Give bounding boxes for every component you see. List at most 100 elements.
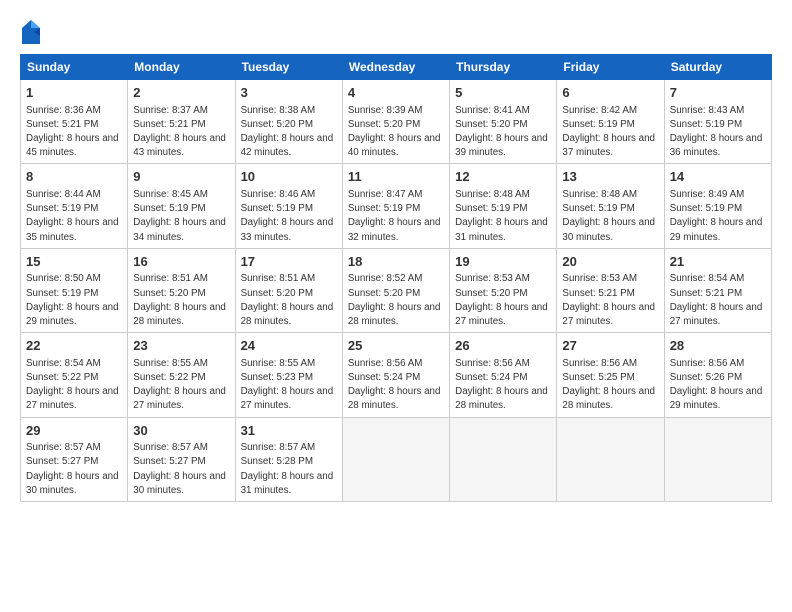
day-info: Sunrise: 8:50 AMSunset: 5:19 PMDaylight:… [26, 273, 119, 327]
weekday-header: Saturday [664, 55, 771, 80]
day-info: Sunrise: 8:48 AMSunset: 5:19 PMDaylight:… [455, 189, 548, 243]
day-info: Sunrise: 8:49 AMSunset: 5:19 PMDaylight:… [670, 189, 763, 243]
day-number: 1 [26, 84, 122, 102]
day-number: 9 [133, 168, 229, 186]
day-number: 31 [241, 422, 337, 440]
calendar-cell: 4 Sunrise: 8:39 AMSunset: 5:20 PMDayligh… [342, 80, 449, 164]
calendar-cell: 15 Sunrise: 8:50 AMSunset: 5:19 PMDaylig… [21, 248, 128, 332]
weekday-header: Tuesday [235, 55, 342, 80]
day-info: Sunrise: 8:53 AMSunset: 5:21 PMDaylight:… [562, 273, 655, 327]
calendar: SundayMondayTuesdayWednesdayThursdayFrid… [20, 54, 772, 502]
day-info: Sunrise: 8:55 AMSunset: 5:22 PMDaylight:… [133, 358, 226, 412]
calendar-cell: 20 Sunrise: 8:53 AMSunset: 5:21 PMDaylig… [557, 248, 664, 332]
calendar-cell: 23 Sunrise: 8:55 AMSunset: 5:22 PMDaylig… [128, 333, 235, 417]
day-number: 6 [562, 84, 658, 102]
day-info: Sunrise: 8:55 AMSunset: 5:23 PMDaylight:… [241, 358, 334, 412]
calendar-cell: 24 Sunrise: 8:55 AMSunset: 5:23 PMDaylig… [235, 333, 342, 417]
calendar-cell: 21 Sunrise: 8:54 AMSunset: 5:21 PMDaylig… [664, 248, 771, 332]
day-info: Sunrise: 8:57 AMSunset: 5:27 PMDaylight:… [133, 442, 226, 496]
logo [20, 18, 46, 46]
day-info: Sunrise: 8:54 AMSunset: 5:21 PMDaylight:… [670, 273, 763, 327]
calendar-cell: 5 Sunrise: 8:41 AMSunset: 5:20 PMDayligh… [450, 80, 557, 164]
calendar-cell: 28 Sunrise: 8:56 AMSunset: 5:26 PMDaylig… [664, 333, 771, 417]
day-info: Sunrise: 8:47 AMSunset: 5:19 PMDaylight:… [348, 189, 441, 243]
day-number: 25 [348, 337, 444, 355]
day-number: 8 [26, 168, 122, 186]
calendar-cell: 1 Sunrise: 8:36 AMSunset: 5:21 PMDayligh… [21, 80, 128, 164]
day-info: Sunrise: 8:56 AMSunset: 5:26 PMDaylight:… [670, 358, 763, 412]
calendar-cell [450, 417, 557, 501]
calendar-cell [664, 417, 771, 501]
logo-icon [20, 18, 42, 46]
day-info: Sunrise: 8:38 AMSunset: 5:20 PMDaylight:… [241, 105, 334, 159]
day-number: 26 [455, 337, 551, 355]
day-number: 24 [241, 337, 337, 355]
day-info: Sunrise: 8:53 AMSunset: 5:20 PMDaylight:… [455, 273, 548, 327]
day-info: Sunrise: 8:44 AMSunset: 5:19 PMDaylight:… [26, 189, 119, 243]
calendar-cell: 9 Sunrise: 8:45 AMSunset: 5:19 PMDayligh… [128, 164, 235, 248]
day-info: Sunrise: 8:39 AMSunset: 5:20 PMDaylight:… [348, 105, 441, 159]
day-info: Sunrise: 8:45 AMSunset: 5:19 PMDaylight:… [133, 189, 226, 243]
day-info: Sunrise: 8:56 AMSunset: 5:24 PMDaylight:… [348, 358, 441, 412]
day-info: Sunrise: 8:41 AMSunset: 5:20 PMDaylight:… [455, 105, 548, 159]
calendar-cell [342, 417, 449, 501]
day-number: 19 [455, 253, 551, 271]
day-number: 29 [26, 422, 122, 440]
calendar-cell: 8 Sunrise: 8:44 AMSunset: 5:19 PMDayligh… [21, 164, 128, 248]
day-number: 16 [133, 253, 229, 271]
calendar-cell: 27 Sunrise: 8:56 AMSunset: 5:25 PMDaylig… [557, 333, 664, 417]
day-info: Sunrise: 8:57 AMSunset: 5:27 PMDaylight:… [26, 442, 119, 496]
day-info: Sunrise: 8:37 AMSunset: 5:21 PMDaylight:… [133, 105, 226, 159]
weekday-header: Thursday [450, 55, 557, 80]
calendar-cell [557, 417, 664, 501]
day-number: 5 [455, 84, 551, 102]
calendar-cell: 6 Sunrise: 8:42 AMSunset: 5:19 PMDayligh… [557, 80, 664, 164]
calendar-cell: 30 Sunrise: 8:57 AMSunset: 5:27 PMDaylig… [128, 417, 235, 501]
day-number: 28 [670, 337, 766, 355]
calendar-cell: 12 Sunrise: 8:48 AMSunset: 5:19 PMDaylig… [450, 164, 557, 248]
calendar-cell: 10 Sunrise: 8:46 AMSunset: 5:19 PMDaylig… [235, 164, 342, 248]
day-number: 15 [26, 253, 122, 271]
day-info: Sunrise: 8:36 AMSunset: 5:21 PMDaylight:… [26, 105, 119, 159]
calendar-cell: 22 Sunrise: 8:54 AMSunset: 5:22 PMDaylig… [21, 333, 128, 417]
day-number: 7 [670, 84, 766, 102]
day-number: 2 [133, 84, 229, 102]
day-info: Sunrise: 8:52 AMSunset: 5:20 PMDaylight:… [348, 273, 441, 327]
day-info: Sunrise: 8:51 AMSunset: 5:20 PMDaylight:… [241, 273, 334, 327]
weekday-header: Sunday [21, 55, 128, 80]
day-info: Sunrise: 8:56 AMSunset: 5:24 PMDaylight:… [455, 358, 548, 412]
calendar-cell: 26 Sunrise: 8:56 AMSunset: 5:24 PMDaylig… [450, 333, 557, 417]
day-number: 30 [133, 422, 229, 440]
calendar-cell: 18 Sunrise: 8:52 AMSunset: 5:20 PMDaylig… [342, 248, 449, 332]
day-number: 20 [562, 253, 658, 271]
day-info: Sunrise: 8:43 AMSunset: 5:19 PMDaylight:… [670, 105, 763, 159]
calendar-cell: 14 Sunrise: 8:49 AMSunset: 5:19 PMDaylig… [664, 164, 771, 248]
calendar-cell: 31 Sunrise: 8:57 AMSunset: 5:28 PMDaylig… [235, 417, 342, 501]
day-number: 13 [562, 168, 658, 186]
calendar-cell: 29 Sunrise: 8:57 AMSunset: 5:27 PMDaylig… [21, 417, 128, 501]
day-number: 21 [670, 253, 766, 271]
day-number: 22 [26, 337, 122, 355]
day-info: Sunrise: 8:42 AMSunset: 5:19 PMDaylight:… [562, 105, 655, 159]
day-info: Sunrise: 8:46 AMSunset: 5:19 PMDaylight:… [241, 189, 334, 243]
calendar-cell: 2 Sunrise: 8:37 AMSunset: 5:21 PMDayligh… [128, 80, 235, 164]
weekday-header: Friday [557, 55, 664, 80]
day-info: Sunrise: 8:54 AMSunset: 5:22 PMDaylight:… [26, 358, 119, 412]
day-number: 14 [670, 168, 766, 186]
calendar-cell: 19 Sunrise: 8:53 AMSunset: 5:20 PMDaylig… [450, 248, 557, 332]
weekday-header: Monday [128, 55, 235, 80]
day-number: 3 [241, 84, 337, 102]
calendar-cell: 7 Sunrise: 8:43 AMSunset: 5:19 PMDayligh… [664, 80, 771, 164]
calendar-cell: 17 Sunrise: 8:51 AMSunset: 5:20 PMDaylig… [235, 248, 342, 332]
weekday-header: Wednesday [342, 55, 449, 80]
calendar-cell: 16 Sunrise: 8:51 AMSunset: 5:20 PMDaylig… [128, 248, 235, 332]
day-number: 17 [241, 253, 337, 271]
day-info: Sunrise: 8:56 AMSunset: 5:25 PMDaylight:… [562, 358, 655, 412]
day-number: 10 [241, 168, 337, 186]
day-number: 18 [348, 253, 444, 271]
day-info: Sunrise: 8:51 AMSunset: 5:20 PMDaylight:… [133, 273, 226, 327]
day-info: Sunrise: 8:48 AMSunset: 5:19 PMDaylight:… [562, 189, 655, 243]
day-info: Sunrise: 8:57 AMSunset: 5:28 PMDaylight:… [241, 442, 334, 496]
calendar-cell: 13 Sunrise: 8:48 AMSunset: 5:19 PMDaylig… [557, 164, 664, 248]
day-number: 11 [348, 168, 444, 186]
